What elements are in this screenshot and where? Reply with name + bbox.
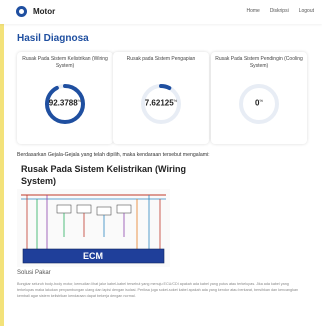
- gauge-value: 92.3788: [48, 98, 78, 108]
- nav-link-diskripsi[interactable]: Diskripsi: [270, 8, 289, 14]
- percentage-gauge: 92.3788%: [43, 82, 87, 126]
- page-title: Hasil Diagnosa: [17, 33, 89, 44]
- result-sentence: Berdasarkan Gejala-Gejala yang telah dip…: [17, 152, 210, 158]
- nav-links: Home Diskripsi Logout: [246, 8, 314, 14]
- gauge-value: 7.62125: [144, 98, 174, 108]
- diagnosis-card-pengapian: Rusak pada Sistem Pengapian 7.62125%: [113, 52, 209, 144]
- left-accent-strip: [0, 0, 4, 326]
- diagnosis-card-wiring: Rusak Pada Sistem Kelistrikan (Wiring Sy…: [17, 52, 113, 144]
- percentage-gauge: 7.62125%: [139, 82, 183, 126]
- card-title: Rusak Pada Sistem Kelistrikan (Wiring Sy…: [22, 56, 108, 69]
- ecm-label: ECM: [83, 251, 103, 261]
- card-title: Rusak Pada Sistem Pendingin (Cooling Sys…: [215, 56, 303, 69]
- solusi-label: Solusi Pakar: [17, 270, 51, 276]
- brand[interactable]: Motor: [16, 6, 55, 17]
- top-navbar: Motor Home Diskripsi Logout: [0, 0, 322, 24]
- gauge-unit: %: [173, 98, 178, 103]
- gauge-unit: %: [77, 98, 82, 103]
- diagnosis-card-pendingin: Rusak Pada Sistem Pendingin (Cooling Sys…: [211, 52, 307, 144]
- solusi-text: Bongkar seluruh body-body motor, kemudia…: [17, 282, 299, 298]
- nav-link-home[interactable]: Home: [246, 8, 259, 14]
- card-title: Rusak pada Sistem Pengapian: [126, 56, 196, 62]
- brand-name: Motor: [33, 7, 56, 16]
- wiring-diagram-image: ECM: [17, 189, 170, 267]
- percentage-gauge: 0%: [237, 82, 281, 126]
- gauge-unit: %: [259, 98, 263, 103]
- motor-logo-icon: [16, 6, 27, 17]
- nav-link-logout[interactable]: Logout: [299, 8, 314, 14]
- damage-title: Rusak Pada Sistem Kelistrikan (Wiring Sy…: [21, 164, 186, 186]
